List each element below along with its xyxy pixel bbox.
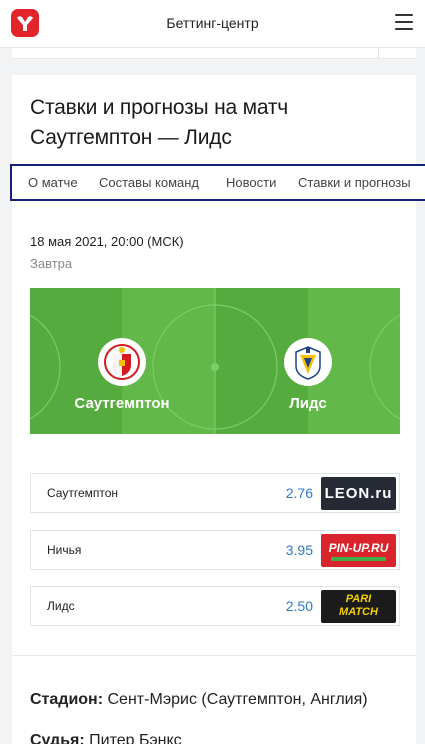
odds-value[interactable]: 2.76 (286, 485, 313, 501)
referee-info: Судья: Питер Бэнкс (30, 732, 182, 744)
parimatch-logo-icon[interactable]: PARI MATCH (321, 590, 396, 623)
football-field: Саутгемптон Лидс (30, 288, 400, 434)
odds-value[interactable]: 2.50 (286, 598, 313, 614)
menu-icon[interactable] (395, 14, 413, 30)
tab-about[interactable]: О матче (28, 175, 78, 190)
stadium-label: Стадион: (30, 691, 104, 708)
match-card: Ставки и прогнозы на матч Саутгемптон — … (10, 75, 425, 744)
bookmaker-name: LEON.ru (324, 485, 393, 502)
home-team-name: Саутгемптон (74, 395, 170, 412)
referee-value: Питер Бэнкс (89, 732, 182, 744)
tab-lineups[interactable]: Составы команд (99, 175, 199, 190)
stadium-value: Сент-Мэрис (Саутгемптон, Англия) (107, 691, 368, 708)
odds-label: Саутгемптон (47, 486, 119, 500)
divider (12, 655, 416, 656)
tab-bets[interactable]: Ставки и прогнозы (298, 175, 411, 190)
odds-row-draw[interactable]: Ничья 3.95 PIN-UP.RU (30, 530, 400, 570)
bookmaker-name: PARI MATCH (339, 593, 378, 618)
previous-block-edge (12, 48, 416, 59)
away-team-name: Лидс (289, 395, 327, 412)
match-date: 18 мая 2021, 20:00 (МСК) (30, 234, 184, 249)
match-tabs: О матче Составы команд Новости Ставки и … (10, 164, 425, 201)
pinup-logo-icon[interactable]: PIN-UP.RU (321, 534, 396, 567)
header-title: Беттинг-центр (166, 15, 259, 31)
match-relative-date: Завтра (30, 256, 73, 271)
home-team[interactable]: Саутгемптон (52, 338, 192, 412)
odds-label: Лидс (47, 599, 75, 613)
odds-row-home[interactable]: Саутгемптон 2.76 LEON.ru (30, 473, 400, 513)
top-bar: Беттинг-центр (0, 0, 425, 48)
leeds-crest-icon (284, 338, 332, 386)
southampton-crest-icon (98, 338, 146, 386)
page-title: Ставки и прогнозы на матч Саутгемптон — … (30, 96, 289, 149)
tab-news[interactable]: Новости (226, 175, 276, 190)
odds-value[interactable]: 3.95 (286, 542, 313, 558)
stadium-info: Стадион: Сент-Мэрис (Саутгемптон, Англия… (30, 691, 368, 709)
odds-row-away[interactable]: Лидс 2.50 PARI MATCH (30, 586, 400, 626)
away-team[interactable]: Лидс (238, 338, 378, 412)
leon-logo-icon[interactable]: LEON.ru (321, 477, 396, 510)
bookmaker-name: PIN-UP.RU (328, 541, 389, 555)
divider (378, 48, 379, 58)
odds-label: Ничья (47, 543, 82, 557)
logo-stripe (331, 557, 386, 561)
referee-label: Судья: (30, 732, 85, 744)
